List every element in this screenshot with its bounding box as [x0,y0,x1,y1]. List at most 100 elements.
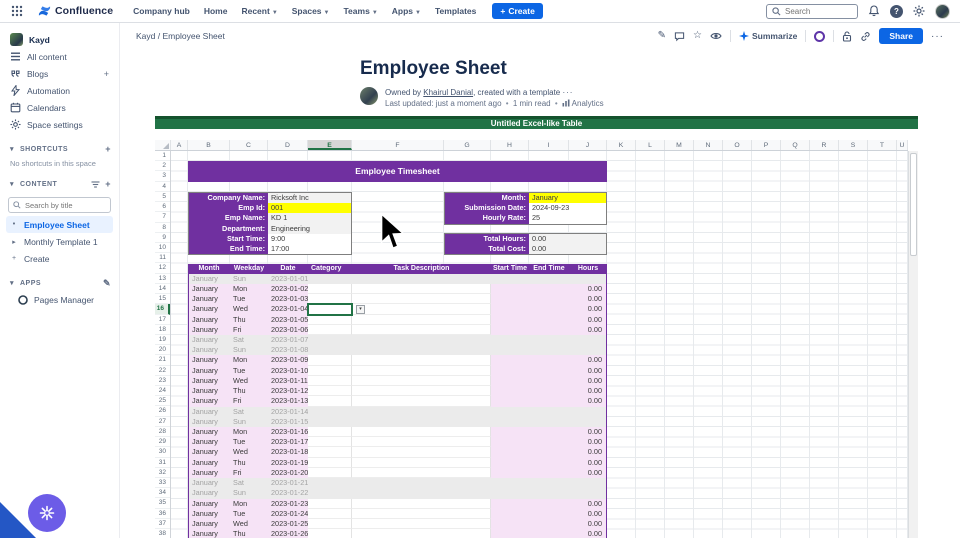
task-description-cell[interactable] [352,284,491,294]
end-time-cell[interactable] [529,529,569,538]
month-cell[interactable]: January [188,499,230,509]
row-header-5[interactable]: 5 [155,192,170,202]
nav-item-recent[interactable]: Recent▼ [241,6,277,16]
date-cell[interactable]: 2023-01-26 [268,529,308,538]
hours-cell[interactable]: 0.00 [569,468,607,478]
sidebar-item-all-content[interactable]: All content [6,48,113,65]
task-description-cell[interactable] [352,437,491,447]
start-time-cell[interactable] [491,437,529,447]
task-description-cell[interactable] [352,366,491,376]
task-description-cell[interactable] [352,396,491,406]
date-cell[interactable]: 2023-01-05 [268,315,308,325]
create-button[interactable]: + Create [492,3,542,19]
month-cell[interactable]: January [188,509,230,519]
hours-cell[interactable]: 0.00 [569,325,607,335]
end-time-cell[interactable] [529,315,569,325]
task-description-cell[interactable] [352,468,491,478]
app-switcher-icon[interactable] [10,4,24,18]
start-time-cell[interactable] [491,509,529,519]
weekday-cell[interactable]: Fri [230,396,268,406]
task-description-cell[interactable] [352,345,491,355]
column-header-L[interactable]: L [636,140,665,150]
row-header-15[interactable]: 15 [155,294,170,304]
weekday-cell[interactable]: Tue [230,509,268,519]
column-header-S[interactable]: S [839,140,868,150]
weekday-cell[interactable]: Sat [230,478,268,488]
category-cell[interactable] [308,499,352,509]
category-cell[interactable] [308,284,352,294]
selected-cell-outline[interactable] [307,303,353,315]
settings-gear-icon[interactable] [912,4,926,18]
column-header-M[interactable]: M [665,140,694,150]
date-cell[interactable]: 2023-01-01 [268,274,308,284]
row-header-35[interactable]: 35 [155,498,170,508]
weekday-cell[interactable]: Sat [230,407,268,417]
end-time-cell[interactable] [529,458,569,468]
month-cell[interactable]: January [188,468,230,478]
start-time-cell[interactable] [491,529,529,538]
task-description-cell[interactable] [352,274,491,284]
row-header-9[interactable]: 9 [155,233,170,243]
hours-cell[interactable] [569,488,607,498]
task-description-cell[interactable] [352,519,491,529]
start-time-cell[interactable] [491,294,529,304]
month-cell[interactable]: January [188,376,230,386]
column-header-A[interactable]: A [171,140,188,150]
end-time-cell[interactable] [529,355,569,365]
sidebar-item-space-settings[interactable]: Space settings [6,116,113,133]
weekday-cell[interactable]: Sun [230,274,268,284]
row-header-34[interactable]: 34 [155,488,170,498]
column-header-C[interactable]: C [230,140,268,150]
month-cell[interactable]: January [188,294,230,304]
month-cell[interactable]: January [188,519,230,529]
weekday-cell[interactable]: Sun [230,417,268,427]
row-header-22[interactable]: 22 [155,366,170,376]
add-shortcut-icon[interactable]: + [105,144,111,154]
start-time-cell[interactable] [491,447,529,457]
end-time-cell[interactable] [529,519,569,529]
end-time-cell[interactable] [529,345,569,355]
macro-title-bar[interactable]: Untitled Excel-like Table [155,116,918,129]
weekday-cell[interactable]: Thu [230,315,268,325]
column-header-N[interactable]: N [694,140,723,150]
task-description-cell[interactable] [352,386,491,396]
start-time-cell[interactable] [491,376,529,386]
info-value[interactable]: Ricksoft Inc [268,193,351,203]
column-header-E[interactable]: E [308,140,352,150]
info-value[interactable]: 9:00 [268,234,351,244]
hours-cell[interactable]: 0.00 [569,447,607,457]
month-cell[interactable]: January [188,427,230,437]
row-header-12[interactable]: 12 [155,263,170,273]
hours-cell[interactable]: 0.00 [569,519,607,529]
column-header-F[interactable]: F [352,140,444,150]
chevron-right-icon[interactable]: ▸ [10,238,18,246]
global-search[interactable] [766,4,858,19]
timesheet-header-end-time[interactable]: End Time [529,264,569,274]
end-time-cell[interactable] [529,294,569,304]
row-header-33[interactable]: 33 [155,478,170,488]
user-avatar[interactable] [935,4,950,19]
weekday-cell[interactable]: Mon [230,355,268,365]
row-header-25[interactable]: 25 [155,396,170,406]
info-value[interactable]: 25 [529,213,606,223]
column-header-P[interactable]: P [752,140,781,150]
task-description-cell[interactable] [352,427,491,437]
nav-item-company-hub[interactable]: Company hub [133,6,190,16]
category-cell[interactable] [308,447,352,457]
category-cell[interactable] [308,458,352,468]
hours-cell[interactable] [569,478,607,488]
analytics-link[interactable]: Analytics [572,99,604,108]
row-header-38[interactable]: 38 [155,529,170,538]
task-description-cell[interactable] [352,488,491,498]
row-header-3[interactable]: 3 [155,171,170,181]
task-description-cell[interactable] [352,458,491,468]
sidebar-item-blogs[interactable]: Blogs + [6,65,113,82]
hours-cell[interactable]: 0.00 [569,355,607,365]
filter-icon[interactable] [91,180,100,189]
sidebar-item-pages-manager[interactable]: Pages Manager [6,291,113,308]
start-time-cell[interactable] [491,396,529,406]
row-header-23[interactable]: 23 [155,376,170,386]
category-cell[interactable] [308,519,352,529]
start-time-cell[interactable] [491,386,529,396]
column-header-U[interactable]: U [897,140,908,150]
